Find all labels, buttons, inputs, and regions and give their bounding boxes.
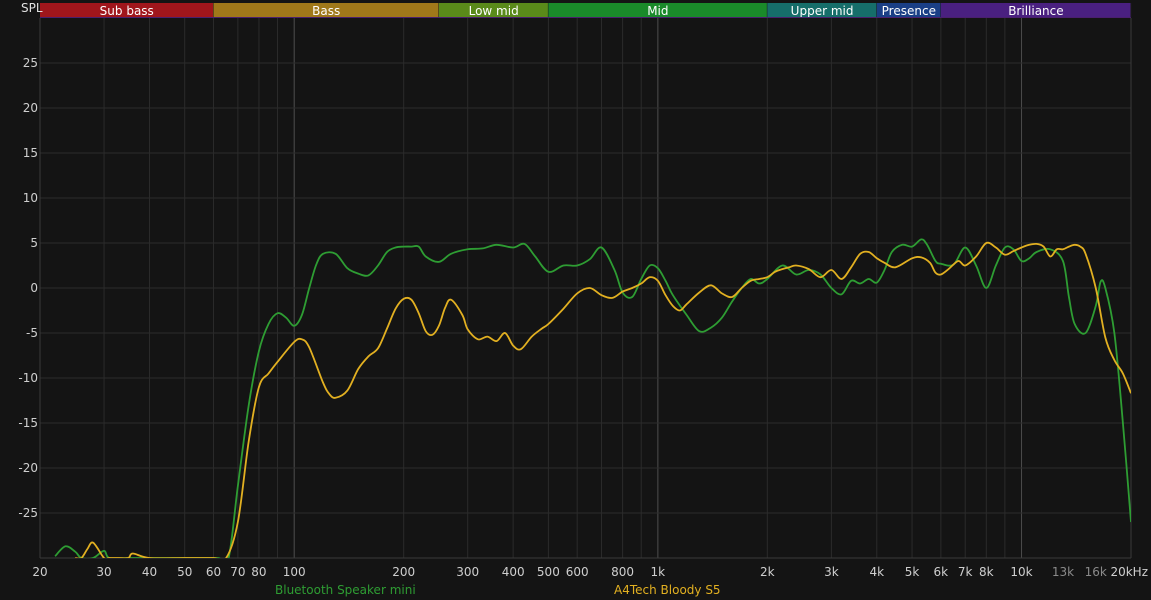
x-tick-label: 5k bbox=[905, 565, 920, 579]
x-tick-label: 100 bbox=[283, 565, 306, 579]
x-tick-label: 60 bbox=[206, 565, 221, 579]
legend-entry-series-1[interactable]: Bluetooth Speaker mini bbox=[275, 583, 416, 597]
band-label: Presence bbox=[882, 4, 936, 18]
legend-entry-series-2[interactable]: A4Tech Bloody S5 bbox=[614, 583, 721, 597]
x-tick-label: 1k bbox=[651, 565, 666, 579]
x-tick-label: 50 bbox=[177, 565, 192, 579]
y-tick-label: -10 bbox=[18, 371, 38, 385]
frequency-response-chart: Sub bass Bass Low mid Mid Upper mid Presence B… bbox=[18, 3, 1148, 579]
x-tick-label: 13k bbox=[1052, 565, 1074, 579]
y-tick-label: 0 bbox=[30, 281, 38, 295]
x-tick-label: 6k bbox=[934, 565, 949, 579]
y-tick-label: 10 bbox=[23, 191, 38, 205]
x-tick-label: 500 bbox=[537, 565, 560, 579]
x-tick-label: 400 bbox=[502, 565, 525, 579]
y-tick-label: 15 bbox=[23, 146, 38, 160]
x-tick-label: 600 bbox=[566, 565, 589, 579]
x-tick-label: 8k bbox=[979, 565, 994, 579]
y-tick-label: -5 bbox=[26, 326, 38, 340]
y-axis-label: SPL bbox=[21, 1, 43, 15]
band-label: Low mid bbox=[469, 4, 519, 18]
x-tick-label: 2k bbox=[760, 565, 775, 579]
x-tick-label: 70 bbox=[230, 565, 245, 579]
x-tick-label: 16k bbox=[1085, 565, 1107, 579]
x-tick-label: 80 bbox=[251, 565, 266, 579]
band-label: Sub bass bbox=[100, 4, 154, 18]
x-tick-label: 3k bbox=[824, 565, 839, 579]
x-tick-label: 20kHz bbox=[1110, 565, 1148, 579]
x-tick-label: 30 bbox=[96, 565, 111, 579]
x-tick-label: 800 bbox=[611, 565, 634, 579]
band-label: Bass bbox=[312, 4, 340, 18]
x-tick-label: 40 bbox=[142, 565, 157, 579]
x-tick-label: 10k bbox=[1010, 565, 1032, 579]
y-axis-ticks: 25 20 15 10 5 0 -5 -10 -15 -20 -25 bbox=[18, 56, 38, 520]
x-tick-label: 200 bbox=[392, 565, 415, 579]
y-tick-label: -15 bbox=[18, 416, 38, 430]
y-tick-label: 5 bbox=[30, 236, 38, 250]
y-tick-label: -25 bbox=[18, 506, 38, 520]
frequency-band-strip: Sub bass Bass Low mid Mid Upper mid Presence B… bbox=[40, 3, 1132, 18]
band-label: Brilliance bbox=[1008, 4, 1063, 18]
x-tick-label: 300 bbox=[456, 565, 479, 579]
band-label: Upper mid bbox=[791, 4, 854, 18]
x-axis-ticks: 20 30 40 50 60 70 80 100 200 300 400 500 600 800 1k 2k 3… bbox=[32, 565, 1148, 579]
y-tick-label: -20 bbox=[18, 461, 38, 475]
x-tick-label: 4k bbox=[870, 565, 885, 579]
band-label: Mid bbox=[647, 4, 668, 18]
y-tick-label: 25 bbox=[23, 56, 38, 70]
x-tick-label: 7k bbox=[958, 565, 973, 579]
x-tick-label: 20 bbox=[32, 565, 47, 579]
y-tick-label: 20 bbox=[23, 101, 38, 115]
